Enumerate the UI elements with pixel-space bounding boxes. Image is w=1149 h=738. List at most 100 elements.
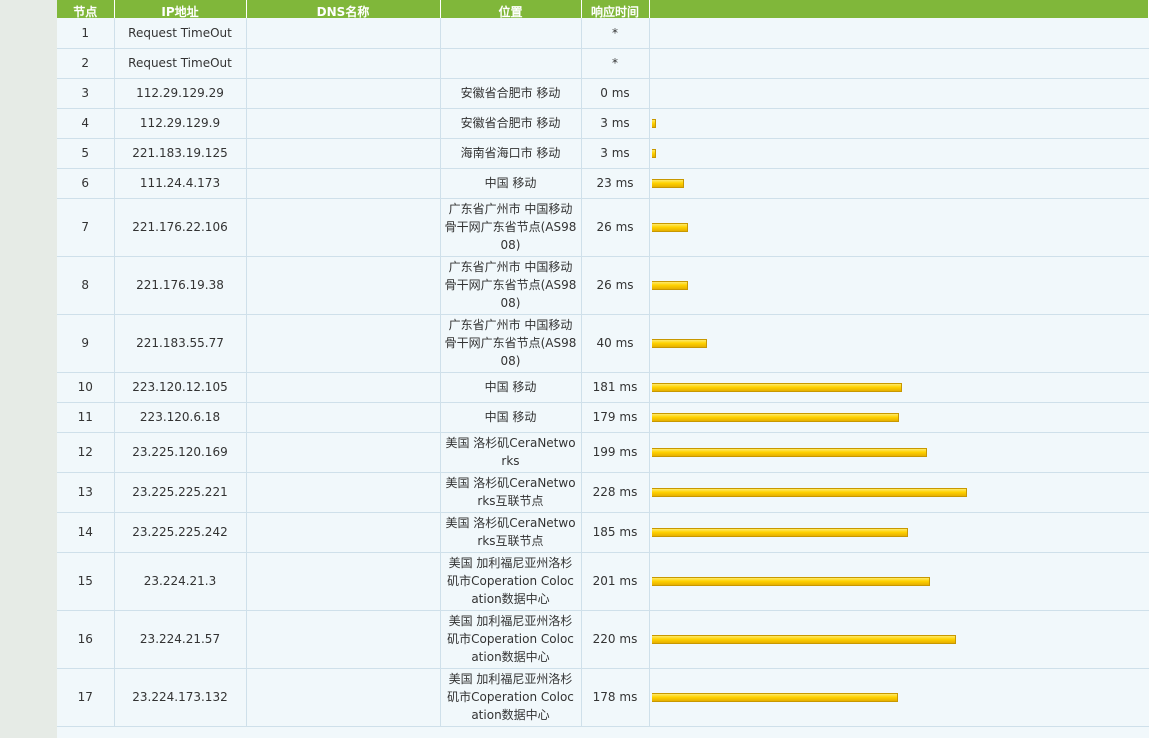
ip-cell: Request TimeOut (114, 18, 247, 49)
header-response-time: 响应时间 (581, 0, 650, 18)
response-bar-cell (649, 198, 1149, 257)
response-bar-cell (649, 472, 1149, 513)
header-location: 位置 (440, 0, 582, 18)
ip-cell: 112.29.129.9 (114, 108, 247, 139)
table-header: 节点 IP地址 DNS名称 位置 响应时间 (57, 0, 1149, 18)
response-bar-cell (649, 108, 1149, 139)
response-bar-cell (649, 668, 1149, 727)
node-cell: 17 (57, 668, 115, 727)
response-time-bar (651, 412, 899, 422)
table-row: 14 23.225.225.242 美国 洛杉矶CeraNetworks互联节点 18… (57, 512, 1149, 553)
location-cell: 广东省广州市 中国移动骨干网广东省节点(AS9808) (440, 314, 582, 373)
response-time-cell: 179 ms (581, 402, 650, 433)
response-time-cell: 26 ms (581, 198, 650, 257)
response-time-cell: 220 ms (581, 610, 650, 669)
table-row: 11 223.120.6.18 中国 移动 179 ms (57, 402, 1149, 433)
response-time-bar (651, 576, 930, 586)
ip-cell: 221.183.19.125 (114, 138, 247, 169)
table-row: 6 111.24.4.173 中国 移动 23 ms (57, 168, 1149, 199)
ip-cell: 221.176.19.38 (114, 256, 247, 315)
table-row: 16 23.224.21.57 美国 加利福尼亚州洛杉矶市Coperation Co… (57, 610, 1149, 669)
node-cell: 3 (57, 78, 115, 109)
response-time-cell: 199 ms (581, 432, 650, 473)
header-bar (649, 0, 1149, 18)
node-cell: 8 (57, 256, 115, 315)
response-time-cell: 26 ms (581, 256, 650, 315)
table-row: 13 23.225.225.221 美国 洛杉矶CeraNetworks互联节点 22… (57, 472, 1149, 513)
response-time-cell: 201 ms (581, 552, 650, 611)
response-bar-cell (649, 552, 1149, 611)
node-cell: 5 (57, 138, 115, 169)
table-row: 3 112.29.129.29 安徽省合肥市 移动 0 ms (57, 78, 1149, 109)
response-time-cell: 3 ms (581, 138, 650, 169)
node-cell: 10 (57, 372, 115, 403)
traceroute-panel: 节点 IP地址 DNS名称 位置 响应时间 1 Request TimeOut * 2… (57, 0, 1149, 738)
response-time-cell: 181 ms (581, 372, 650, 403)
table-row: 9 221.183.55.77 广东省广州市 中国移动骨干网广东省节点(AS9808… (57, 314, 1149, 373)
response-time-cell: 0 ms (581, 78, 650, 109)
dns-cell (246, 402, 441, 433)
dns-cell (246, 108, 441, 139)
table-row: 2 Request TimeOut * (57, 48, 1149, 79)
node-cell: 14 (57, 512, 115, 553)
table-row: 1 Request TimeOut * (57, 18, 1149, 49)
response-bar-cell (649, 78, 1149, 109)
response-time-cell: * (581, 18, 650, 49)
location-cell: 中国 移动 (440, 168, 582, 199)
location-cell: 中国 移动 (440, 372, 582, 403)
node-cell: 15 (57, 552, 115, 611)
location-cell: 海南省海口市 移动 (440, 138, 582, 169)
table-row: 7 221.176.22.106 广东省广州市 中国移动骨干网广东省节点(AS980… (57, 198, 1149, 257)
dns-cell (246, 78, 441, 109)
node-cell: 13 (57, 472, 115, 513)
header-ip: IP地址 (114, 0, 247, 18)
dns-cell (246, 168, 441, 199)
node-cell: 16 (57, 610, 115, 669)
dns-cell (246, 372, 441, 403)
table-row: 5 221.183.19.125 海南省海口市 移动 3 ms (57, 138, 1149, 169)
node-cell: 4 (57, 108, 115, 139)
response-bar-cell (649, 372, 1149, 403)
response-bar-cell (649, 256, 1149, 315)
response-time-bar (651, 338, 707, 348)
dns-cell (246, 18, 441, 49)
table-row: 15 23.224.21.3 美国 加利福尼亚州洛杉矶市Coperation Col… (57, 552, 1149, 611)
response-bar-cell (649, 168, 1149, 199)
traceroute-table: 节点 IP地址 DNS名称 位置 响应时间 1 Request TimeOut * 2… (57, 0, 1149, 727)
location-cell: 美国 加利福尼亚州洛杉矶市Coperation Colocation数据中心 (440, 610, 582, 669)
dns-cell (246, 314, 441, 373)
dns-cell (246, 256, 441, 315)
response-bar-cell (649, 314, 1149, 373)
node-cell: 2 (57, 48, 115, 79)
response-time-bar (651, 148, 656, 158)
ip-cell: 23.224.21.57 (114, 610, 247, 669)
table-row: 17 23.224.173.132 美国 加利福尼亚州洛杉矶市Coperation … (57, 668, 1149, 727)
response-time-cell: 3 ms (581, 108, 650, 139)
ip-cell: Request TimeOut (114, 48, 247, 79)
response-bar-cell (649, 432, 1149, 473)
ip-cell: 223.120.6.18 (114, 402, 247, 433)
location-cell: 美国 洛杉矶CeraNetworks互联节点 (440, 512, 582, 553)
location-cell: 中国 移动 (440, 402, 582, 433)
table-row: 12 23.225.120.169 美国 洛杉矶CeraNetworks 199 ms (57, 432, 1149, 473)
ip-cell: 23.225.225.221 (114, 472, 247, 513)
node-cell: 9 (57, 314, 115, 373)
response-bar-cell (649, 402, 1149, 433)
ip-cell: 23.224.21.3 (114, 552, 247, 611)
header-dns: DNS名称 (246, 0, 441, 18)
dns-cell (246, 668, 441, 727)
location-cell: 美国 加利福尼亚州洛杉矶市Coperation Colocation数据中心 (440, 552, 582, 611)
location-cell: 安徽省合肥市 移动 (440, 108, 582, 139)
location-cell: 美国 洛杉矶CeraNetworks (440, 432, 582, 473)
response-time-cell: 185 ms (581, 512, 650, 553)
node-cell: 12 (57, 432, 115, 473)
response-time-bar (651, 527, 908, 537)
table-row: 10 223.120.12.105 中国 移动 181 ms (57, 372, 1149, 403)
table-row: 8 221.176.19.38 广东省广州市 中国移动骨干网广东省节点(AS9808… (57, 256, 1149, 315)
node-cell: 11 (57, 402, 115, 433)
response-time-bar (651, 118, 656, 128)
ip-cell: 23.224.173.132 (114, 668, 247, 727)
response-time-bar (651, 487, 967, 497)
location-cell: 美国 加利福尼亚州洛杉矶市Coperation Colocation数据中心 (440, 668, 582, 727)
response-bar-cell (649, 138, 1149, 169)
